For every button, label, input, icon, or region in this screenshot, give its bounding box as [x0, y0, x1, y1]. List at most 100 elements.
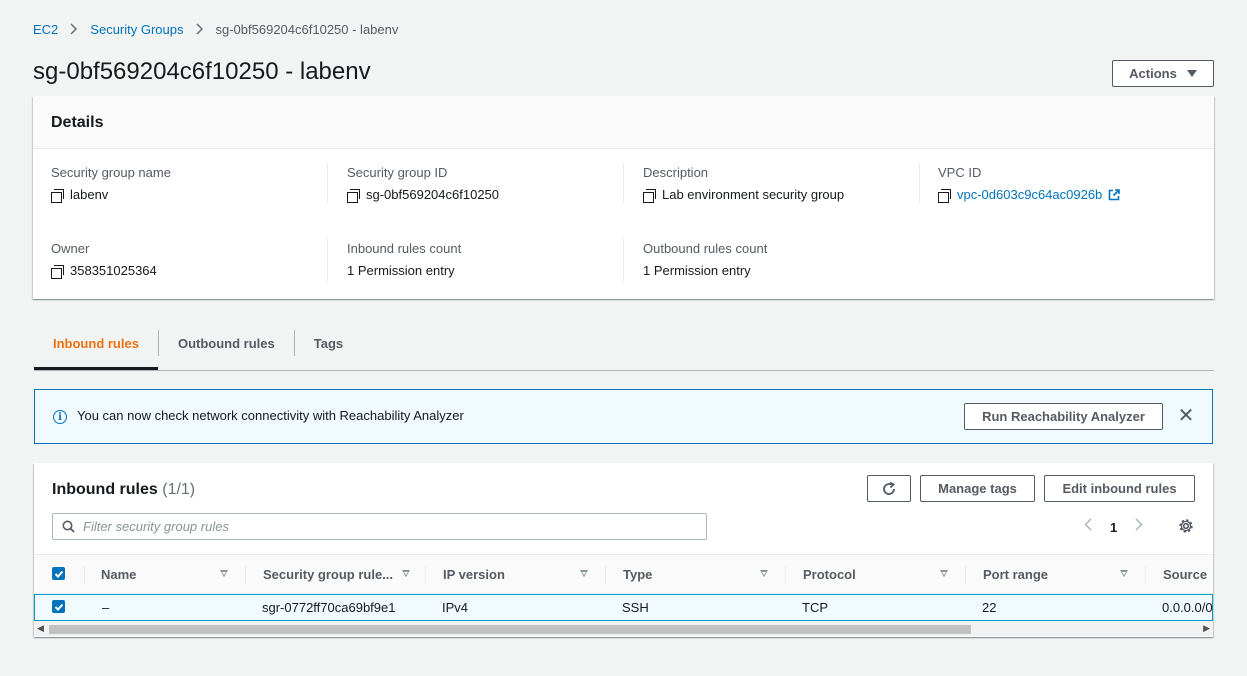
tab-tags[interactable]: Tags — [295, 330, 362, 370]
field-vpc-id: VPC ID vpc-0d603c9c64ac0926b — [938, 165, 1218, 203]
sort-icon[interactable] — [940, 570, 948, 577]
checkmark-icon — [54, 570, 63, 578]
chevron-right-icon — [195, 23, 204, 35]
tab-bar: Inbound rules Outbound rules Tags — [34, 330, 1214, 371]
field-label: Security group ID — [347, 165, 448, 180]
column-header-port-range[interactable]: Port range — [966, 555, 1146, 593]
field-label: Description — [643, 165, 709, 180]
column-header-source[interactable]: Source — [1146, 555, 1213, 593]
actions-button[interactable]: Actions — [1112, 60, 1214, 87]
field-label: Inbound rules count — [347, 241, 462, 256]
info-icon: i — [53, 410, 67, 424]
field-label: Outbound rules count — [643, 241, 768, 256]
inbound-count-value: 1 Permission entry — [347, 263, 455, 278]
divider — [623, 163, 624, 203]
inbound-rules-heading: Inbound rules — [52, 481, 158, 498]
search-input[interactable] — [83, 519, 663, 534]
table-row[interactable]: – sgr-0772ff70ca69bf9e1 IPv4 SSH TCP 22 … — [34, 594, 1213, 621]
column-header-name[interactable]: Name — [85, 555, 246, 593]
chevron-right-icon — [70, 23, 78, 35]
copy-icon[interactable] — [938, 188, 951, 203]
outbound-count-value: 1 Permission entry — [643, 263, 751, 278]
sort-icon[interactable] — [402, 570, 410, 577]
vpc-id-link[interactable]: vpc-0d603c9c64ac0926b — [957, 187, 1102, 203]
breadcrumb-ec2-link[interactable]: EC2 — [33, 22, 58, 37]
column-header-type[interactable]: Type — [606, 555, 786, 593]
cell-ip-version: IPv4 — [442, 600, 469, 615]
divider — [623, 239, 624, 281]
sort-icon[interactable] — [1120, 570, 1128, 577]
page-number[interactable]: 1 — [1110, 520, 1117, 535]
cell-protocol: TCP — [802, 600, 828, 615]
manage-tags-button[interactable]: Manage tags — [920, 475, 1035, 502]
inbound-rules-title: Inbound rules (1/1) — [52, 481, 195, 499]
description-value: Lab environment security group — [662, 187, 845, 202]
field-label: Security group name — [51, 165, 171, 180]
details-title: Details — [51, 114, 104, 131]
horizontal-scrollbar[interactable]: ◀ ▶ — [34, 621, 1213, 636]
field-outbound-rules-count: Outbound rules count 1 Permission entry — [643, 241, 923, 279]
breadcrumb-current: sg-0bf569204c6f10250 - labenv — [215, 21, 399, 37]
sg-name-value: labenv — [70, 187, 109, 202]
column-label: Name — [101, 566, 137, 582]
chevron-right-icon[interactable] — [1135, 518, 1143, 536]
cell-type: SSH — [622, 600, 649, 615]
caret-down-icon — [1186, 70, 1197, 77]
close-icon[interactable]: ✕ — [1176, 406, 1196, 426]
owner-value: 358351025364 — [70, 263, 157, 278]
pagination: 1 — [1084, 518, 1143, 536]
checkmark-icon — [54, 603, 63, 611]
run-reachability-analyzer-button[interactable]: Run Reachability Analyzer — [964, 403, 1163, 430]
field-security-group-id: Security group ID sg-0bf569204c6f10250 — [347, 165, 627, 203]
column-label: Type — [623, 566, 653, 582]
field-label: VPC ID — [938, 165, 982, 180]
breadcrumb: EC2 Security Groups sg-0bf569204c6f10250… — [33, 20, 398, 38]
copy-icon[interactable] — [643, 188, 656, 203]
column-header-protocol[interactable]: Protocol — [786, 555, 966, 593]
cell-port-range: 22 — [982, 600, 997, 615]
sg-id-value: sg-0bf569204c6f10250 — [366, 187, 500, 202]
copy-icon[interactable] — [347, 188, 360, 203]
field-label: Owner — [51, 241, 90, 256]
column-header-rule-id[interactable]: Security group rule... — [246, 555, 426, 593]
actions-button-label: Actions — [1129, 66, 1177, 81]
row-checkbox[interactable] — [52, 600, 65, 613]
tab-outbound-rules[interactable]: Outbound rules — [159, 330, 294, 370]
field-inbound-rules-count: Inbound rules count 1 Permission entry — [347, 241, 627, 279]
tab-inbound-rules[interactable]: Inbound rules — [34, 330, 158, 370]
column-label: Source — [1163, 566, 1208, 582]
scroll-left-arrow-icon[interactable]: ◀ — [37, 623, 44, 634]
breadcrumb-security-groups-link[interactable]: Security Groups — [90, 22, 183, 37]
external-link-icon — [1108, 189, 1121, 201]
column-label: IP version — [443, 566, 505, 582]
sort-icon[interactable] — [220, 570, 228, 577]
cell-source: 0.0.0.0/0 — [1162, 600, 1212, 615]
copy-icon[interactable] — [51, 264, 64, 279]
copy-icon[interactable] — [51, 188, 64, 203]
scrollbar-thumb[interactable] — [49, 625, 971, 634]
refresh-button[interactable] — [867, 475, 911, 502]
column-header-ip-version[interactable]: IP version — [426, 555, 606, 593]
cell-rule-id: sgr-0772ff70ca69bf9e1 — [262, 600, 396, 615]
select-all-checkbox[interactable] — [52, 567, 65, 580]
gear-icon[interactable] — [1178, 518, 1194, 534]
field-owner: Owner 358351025364 — [51, 241, 331, 279]
details-header: Details — [33, 96, 1214, 149]
field-security-group-name: Security group name labenv — [51, 165, 331, 203]
scroll-right-arrow-icon[interactable]: ▶ — [1203, 623, 1210, 634]
info-banner-message: You can now check network connectivity w… — [77, 408, 464, 423]
info-banner: i You can now check network connectivity… — [34, 389, 1213, 444]
field-description: Description Lab environment security gro… — [643, 165, 923, 203]
inbound-rules-count: (1/1) — [162, 481, 196, 498]
edit-inbound-rules-button[interactable]: Edit inbound rules — [1044, 475, 1195, 502]
sort-icon[interactable] — [580, 570, 588, 577]
refresh-icon — [883, 481, 895, 495]
search-box — [52, 513, 707, 540]
search-icon — [62, 520, 75, 533]
sort-icon[interactable] — [760, 570, 768, 577]
column-label: Port range — [983, 566, 1049, 582]
chevron-left-icon[interactable] — [1084, 518, 1092, 536]
column-label: Security group rule... — [263, 566, 394, 582]
divider — [327, 163, 328, 203]
divider — [327, 239, 328, 281]
